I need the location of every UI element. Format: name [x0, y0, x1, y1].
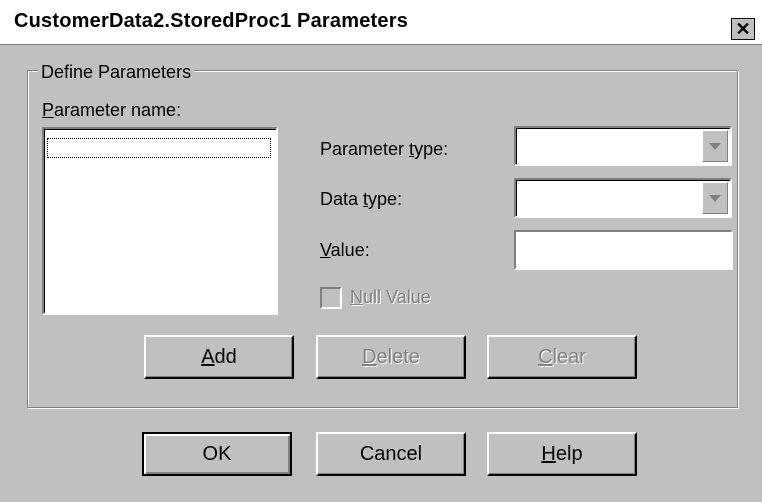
parameter-type-dropdown[interactable]	[514, 126, 732, 166]
parameter-name-list[interactable]	[42, 127, 278, 315]
group-legend: Define Parameters	[38, 62, 195, 83]
dialog-title: CustomerData2.StoredProc1 Parameters	[14, 10, 409, 32]
cancel-button[interactable]: Cancel	[316, 432, 466, 476]
list-focus-item[interactable]	[47, 138, 271, 158]
help-button[interactable]: Help	[487, 432, 637, 476]
chevron-down-icon	[709, 142, 721, 150]
ok-button[interactable]: OK	[142, 432, 292, 476]
data-type-label: Data type:	[320, 189, 403, 209]
data-type-dropdown[interactable]	[514, 178, 732, 218]
data-type-dropdown-button[interactable]	[702, 182, 728, 214]
dialog-window: CustomerData2.StoredProc1 Parameters ✕ D…	[0, 0, 762, 502]
delete-button[interactable]: Delete	[316, 335, 466, 379]
close-button[interactable]: ✕	[731, 18, 755, 40]
value-label: Value:	[320, 240, 370, 260]
close-icon: ✕	[735, 19, 751, 39]
null-value-checkbox[interactable]	[320, 287, 342, 309]
value-input[interactable]	[514, 230, 733, 270]
clear-button[interactable]: Clear	[487, 335, 637, 379]
parameter-name-label: Parameter name:	[42, 100, 182, 120]
parameter-type-dropdown-button[interactable]	[702, 130, 728, 162]
parameter-type-label: Parameter type:	[320, 139, 449, 159]
chevron-down-icon	[709, 194, 721, 202]
null-value-label: Null Value	[350, 287, 431, 307]
add-button[interactable]: Add	[144, 335, 294, 379]
title-bar: CustomerData2.StoredProc1 Parameters ✕	[0, 0, 762, 45]
